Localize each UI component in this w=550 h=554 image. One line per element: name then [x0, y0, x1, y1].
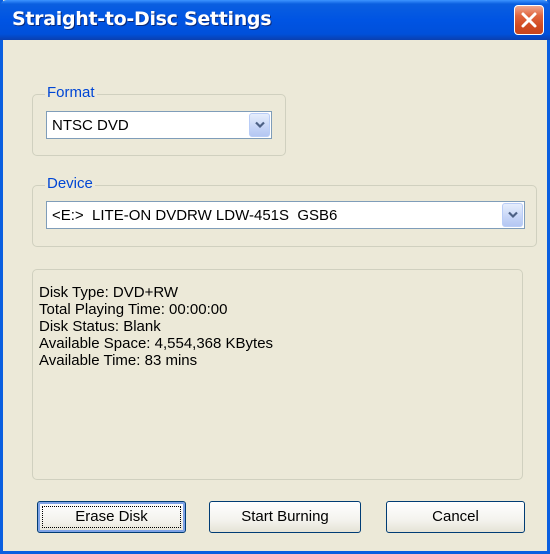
close-x-icon: [521, 12, 537, 28]
title-bar[interactable]: Straight-to-Disc Settings: [0, 0, 550, 40]
disk-info-panel: Disk Type: DVD+RW Total Playing Time: 00…: [32, 269, 523, 480]
chevron-down-icon: [255, 121, 265, 129]
disk-status-text: Disk Status: Blank: [39, 318, 161, 335]
available-time-text: Available Time: 83 mins: [39, 352, 198, 369]
available-space-text: Available Space: 4,554,368 KBytes: [39, 335, 274, 352]
window-title: Straight-to-Disc Settings: [12, 8, 272, 30]
format-dropdown-button[interactable]: [249, 113, 270, 137]
erase-disk-label: Erase Disk: [75, 508, 148, 525]
format-group-label: Format: [45, 84, 97, 101]
erase-disk-button[interactable]: Erase Disk: [37, 501, 186, 533]
start-burning-button[interactable]: Start Burning: [209, 501, 361, 533]
chevron-down-icon: [508, 211, 518, 219]
device-dropdown[interactable]: <E:> LITE-ON DVDRW LDW-451S GSB6: [46, 201, 525, 229]
total-playing-time-text: Total Playing Time: 00:00:00: [39, 301, 228, 318]
format-dropdown-value: NTSC DVD: [52, 117, 129, 134]
format-dropdown[interactable]: NTSC DVD: [46, 111, 272, 139]
disk-type-text: Disk Type: DVD+RW: [39, 284, 179, 301]
device-dropdown-button[interactable]: [502, 203, 523, 227]
cancel-label: Cancel: [432, 508, 479, 525]
close-button[interactable]: [514, 5, 544, 35]
device-dropdown-value: <E:> LITE-ON DVDRW LDW-451S GSB6: [52, 207, 338, 224]
cancel-button[interactable]: Cancel: [386, 501, 525, 533]
settings-dialog: Straight-to-Disc Settings Format NTSC DV…: [0, 0, 550, 554]
device-group-label: Device: [45, 175, 95, 192]
start-burning-label: Start Burning: [241, 508, 329, 525]
